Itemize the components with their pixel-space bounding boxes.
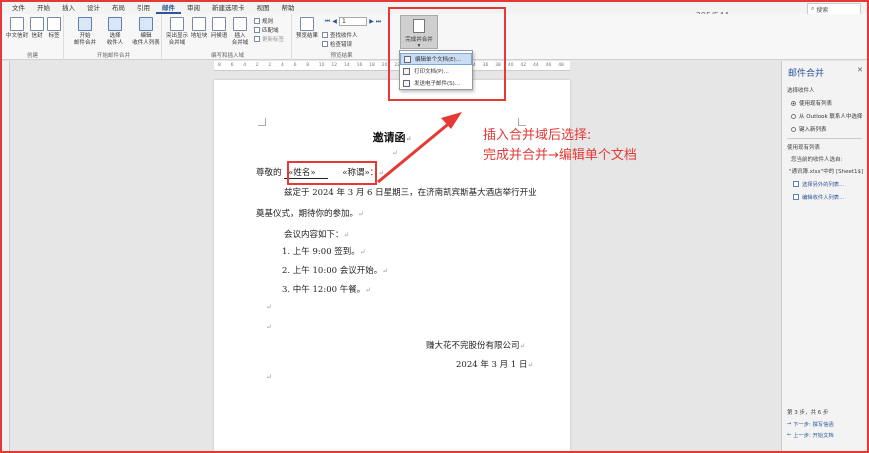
annotation-text: 插入合并域后选择: 完成并合并→编辑单个文档 bbox=[483, 126, 637, 166]
annotation-arrow bbox=[377, 112, 462, 184]
annotation-line-2: 完成并合并→编辑单个文档 bbox=[483, 148, 637, 163]
arrow-shaft bbox=[377, 119, 453, 184]
annotation-line-1: 插入合并域后选择: bbox=[483, 128, 592, 143]
